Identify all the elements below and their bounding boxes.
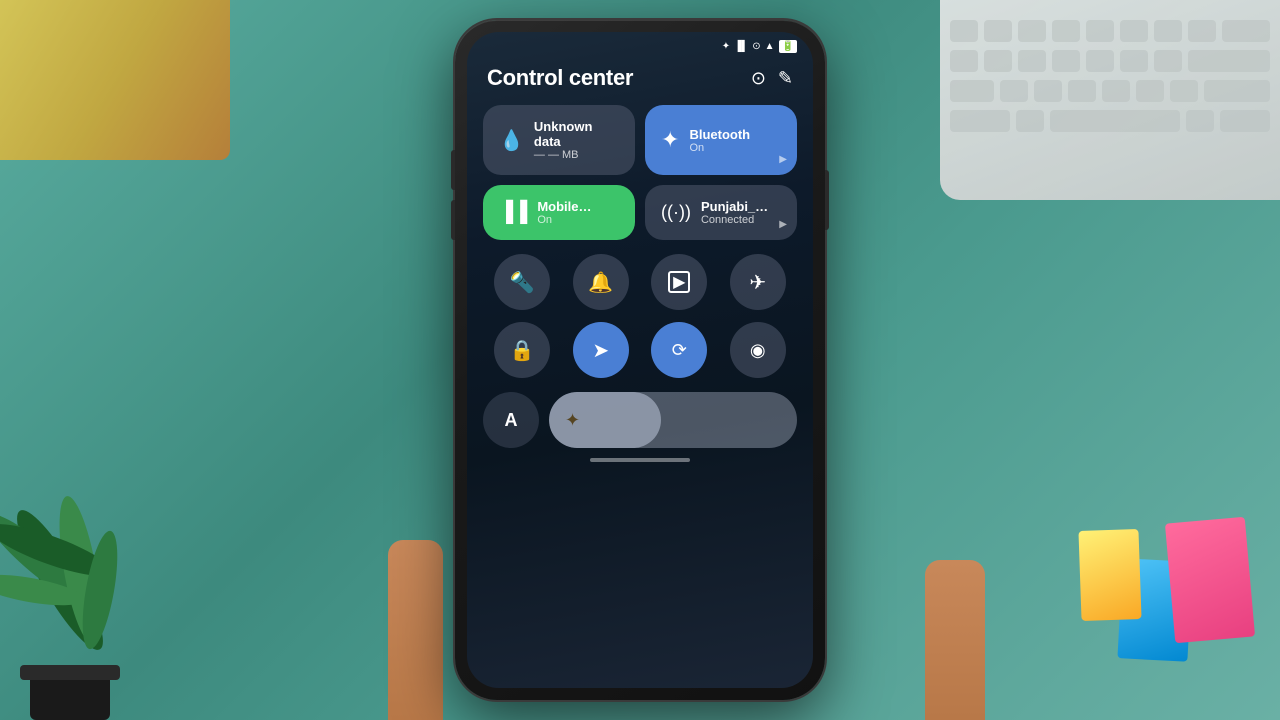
home-indicator[interactable] (590, 458, 690, 462)
wifi-status-icon: ⊙ (752, 41, 760, 52)
mobile-tile[interactable]: ▐▐ Mobile… On (483, 185, 635, 240)
hand-left (388, 540, 443, 720)
data-icon: 💧 (499, 128, 524, 153)
font-label: A (505, 410, 518, 431)
brightness-slider[interactable]: ✦ (549, 392, 797, 448)
wifi-sublabel: Connected (701, 214, 768, 226)
notification-button[interactable]: 🔔 (573, 254, 629, 310)
hand-right (925, 560, 985, 720)
lock-button[interactable]: 🔒 (494, 322, 550, 378)
control-center-header: Control center ⊙ ✎ (467, 57, 813, 105)
phone-body: ✦ ▐▌ ⊙ ▲ 🔋 Control center ⊙ ✎ 💧 (455, 20, 825, 700)
flashlight-button[interactable]: 🔦 (494, 254, 550, 310)
auto-rotate-icon: ⟳ (672, 340, 687, 361)
wifi-label: Punjabi_… (701, 199, 768, 214)
wifi-tile-icon: ((·)) (661, 202, 691, 223)
location-icon: ➤ (592, 338, 609, 363)
airplane-button[interactable]: ✈ (730, 254, 786, 310)
power-button[interactable] (825, 170, 829, 230)
header-actions: ⊙ ✎ (751, 68, 793, 89)
brightness-icon: ✦ (565, 410, 580, 431)
volume-up-button[interactable] (451, 150, 455, 190)
font-button[interactable]: A (483, 392, 539, 448)
mobile-icon: ▐▐ (499, 201, 527, 224)
plant (0, 380, 220, 720)
data-label: Unknown data (534, 119, 619, 149)
wifi-icon: ▲ (765, 41, 775, 52)
bluetooth-sublabel: On (689, 142, 750, 154)
bottom-row: A ✦ (467, 392, 813, 448)
mobile-sublabel: On (537, 214, 591, 226)
flashlight-icon: 🔦 (510, 270, 535, 295)
data-sublabel: — — MB (534, 149, 619, 161)
data-tile-text: Unknown data — — MB (534, 119, 619, 161)
eye-icon: ◉ (750, 340, 766, 361)
wifi-tile[interactable]: ((·)) Punjabi_… Connected ▶ (645, 185, 797, 240)
wifi-tile-text: Punjabi_… Connected (701, 199, 768, 226)
airplane-icon: ✈ (749, 270, 766, 295)
reading-mode-button[interactable]: ◉ (730, 322, 786, 378)
settings-icon[interactable]: ⊙ (751, 68, 766, 89)
icon-row-1: 🔦 🔔 ▶ ✈ (467, 254, 813, 310)
data-tile[interactable]: 💧 Unknown data — — MB (483, 105, 635, 175)
sticker-yellow (1078, 529, 1141, 621)
bluetooth-icon: ✦ (661, 127, 679, 153)
icon-row-2: 🔒 ➤ ⟳ ◉ (467, 322, 813, 378)
bluetooth-tile-text: Bluetooth On (689, 127, 750, 154)
mobile-label: Mobile… (537, 199, 591, 214)
edit-icon[interactable]: ✎ (778, 68, 793, 89)
phone-screen: ✦ ▐▌ ⊙ ▲ 🔋 Control center ⊙ ✎ 💧 (467, 32, 813, 688)
keyboard-bg (940, 0, 1280, 200)
location-button[interactable]: ➤ (573, 322, 629, 378)
battery-icon: 🔋 (779, 40, 797, 53)
mobile-tile-text: Mobile… On (537, 199, 591, 226)
sticker-pink (1165, 517, 1255, 644)
desk-paper (0, 0, 230, 160)
auto-rotate-button[interactable]: ⟳ (651, 322, 707, 378)
volume-down-button[interactable] (451, 200, 455, 240)
bell-icon: 🔔 (588, 270, 613, 295)
signal-icon: ▐▌ (734, 41, 748, 52)
screen-record-icon: ▶ (668, 271, 690, 293)
wifi-arrow-icon: ▶ (779, 219, 787, 230)
bluetooth-label: Bluetooth (689, 127, 750, 142)
tiles-grid: 💧 Unknown data — — MB ✦ Bluetooth On ▶ (467, 105, 813, 240)
phone: ✦ ▐▌ ⊙ ▲ 🔋 Control center ⊙ ✎ 💧 (455, 20, 825, 700)
control-center-title: Control center (487, 65, 633, 91)
lock-icon: 🔒 (510, 338, 535, 363)
status-bar: ✦ ▐▌ ⊙ ▲ 🔋 (467, 32, 813, 57)
bluetooth-tile[interactable]: ✦ Bluetooth On ▶ (645, 105, 797, 175)
screen-record-button[interactable]: ▶ (651, 254, 707, 310)
bluetooth-status-icon: ✦ (722, 41, 730, 52)
bluetooth-arrow-icon: ▶ (779, 154, 787, 165)
